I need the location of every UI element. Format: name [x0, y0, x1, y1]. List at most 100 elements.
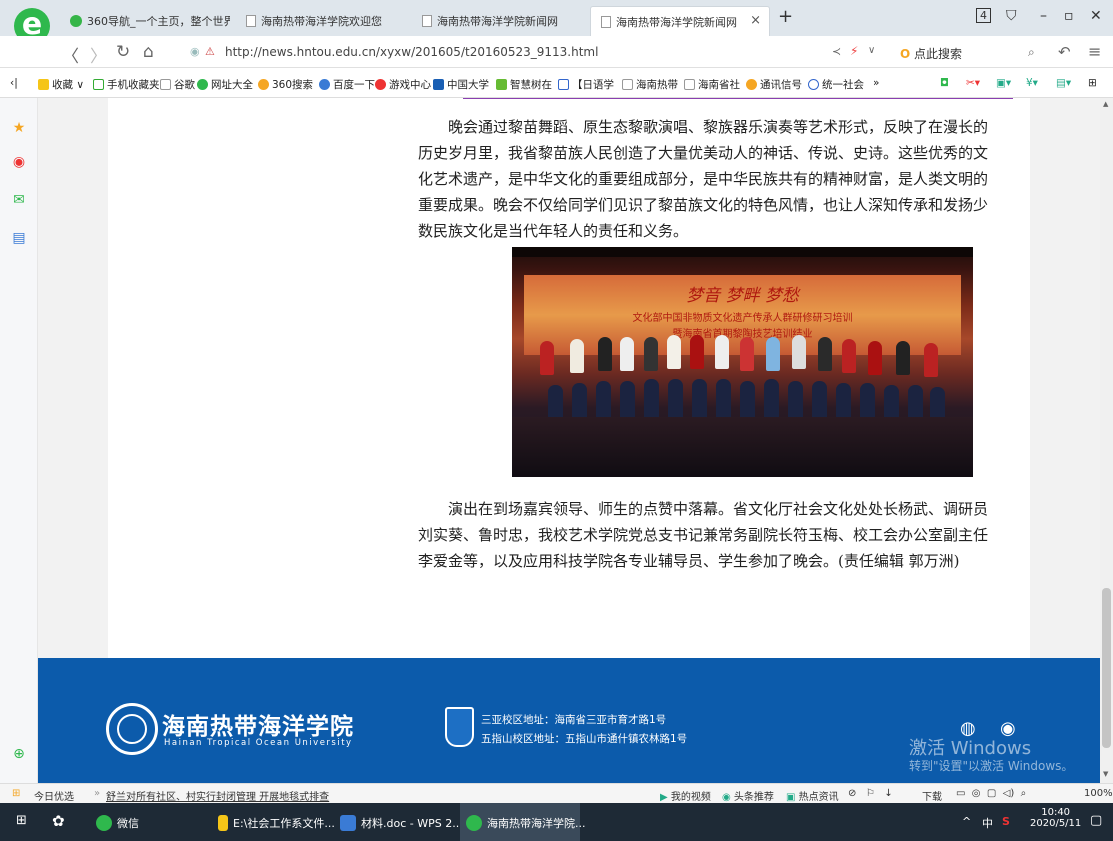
bookmark-google[interactable]: 谷歌: [160, 77, 195, 92]
hot-news[interactable]: ▣ 热点资讯: [786, 788, 839, 803]
bookmark-signal[interactable]: 通讯信号: [746, 77, 802, 92]
security-icon[interactable]: ◉: [190, 45, 200, 58]
banner-line-1: 文化部中国非物质文化遗产传承人群研修研习培训: [632, 313, 853, 324]
zoom-level[interactable]: 100%: [1084, 788, 1113, 799]
bookmark-social[interactable]: 海南省社: [684, 77, 740, 92]
menu-icon[interactable]: ≡: [1088, 42, 1101, 61]
tab-hntou-welcome[interactable]: 海南热带海洋学院欢迎您: [236, 6, 406, 36]
more-bookmarks-icon[interactable]: »: [873, 77, 879, 89]
bookmark-sites[interactable]: 网址大全: [197, 77, 253, 92]
performer: [667, 335, 681, 369]
mail-icon[interactable]: ✉: [11, 192, 27, 208]
extension-money-icon[interactable]: ¥▾: [1026, 77, 1038, 89]
cert-warning-icon[interactable]: ⚠: [205, 45, 215, 58]
bookmark-hntou[interactable]: 海南热带: [622, 77, 678, 92]
taskbar-browser[interactable]: 海南热带海洋学院...: [466, 815, 586, 831]
taskbar-wechat[interactable]: 微信: [96, 815, 139, 831]
extension-cut-icon[interactable]: ✂▾: [966, 77, 980, 89]
headline-recommend[interactable]: ◉ 头条推荐: [722, 788, 774, 803]
bookmark-japanese[interactable]: 【日语学: [558, 77, 614, 92]
bookmark-zhihuishu[interactable]: 智慧树在: [496, 77, 552, 92]
scrollbar-thumb[interactable]: [1102, 588, 1111, 748]
bookmark-credit[interactable]: 统一社会: [808, 77, 864, 92]
performer: [792, 335, 806, 369]
clock[interactable]: 10:40 2020/5/11: [1030, 807, 1081, 829]
close-tab-icon[interactable]: ×: [750, 13, 761, 28]
bookmark-mooc[interactable]: 中国大学: [433, 77, 489, 92]
chevron-down-icon[interactable]: ∨: [868, 45, 875, 56]
search-input[interactable]: O 点此搜索: [900, 45, 962, 62]
windows-start-icon[interactable]: ⊞: [16, 813, 27, 828]
bookmark-baidu[interactable]: 百度一下: [319, 77, 375, 92]
scroll-down-icon[interactable]: ▼: [1103, 770, 1108, 778]
lightning-icon[interactable]: ⚡: [850, 44, 858, 58]
favorites-star-icon[interactable]: ★: [11, 120, 27, 136]
close-window-icon[interactable]: ✕: [1090, 8, 1102, 24]
dancer: [764, 379, 779, 421]
dancer: [668, 379, 683, 421]
refresh-icon[interactable]: ↻: [116, 42, 130, 62]
apps-grid-icon[interactable]: ⊞: [1088, 77, 1097, 89]
new-tab-icon[interactable]: +: [778, 6, 793, 27]
tab-hntou-news-active[interactable]: 海南热带海洋学院新闻网 ×: [590, 6, 770, 36]
video-icon: ▶: [660, 792, 671, 803]
page-icon: [601, 16, 611, 28]
performer: [896, 341, 910, 375]
shirt-icon[interactable]: ⛉: [1006, 8, 1017, 24]
url-field[interactable]: http://news.hntou.edu.cn/xyxw/201605/t20…: [225, 45, 598, 59]
school-name-en: Hainan Tropical Ocean University: [164, 738, 353, 748]
chevron-icon: »: [94, 788, 101, 799]
school-name: 海南热带海洋学院: [162, 713, 354, 740]
news-ticker[interactable]: 舒兰对所有社区、村实行封闭管理 开展地毯式排查: [106, 788, 329, 803]
today-picks[interactable]: 今日优选: [34, 788, 74, 803]
performer: [842, 339, 856, 373]
360-search-icon: O: [900, 47, 911, 61]
tab-count-icon[interactable]: 4: [976, 8, 991, 23]
page-icon: [422, 15, 432, 27]
scroll-up-icon[interactable]: ▲: [1103, 100, 1108, 108]
undo-icon[interactable]: ↶: [1058, 43, 1071, 61]
download-label[interactable]: 下载: [922, 788, 942, 803]
back-icon[interactable]: 〈: [62, 42, 79, 67]
taskbar-folder[interactable]: E:\社会工作系文件...: [218, 815, 335, 831]
extension-translate-icon[interactable]: ▣▾: [996, 77, 1011, 89]
stage-floor: [512, 417, 973, 477]
status-tools-icons[interactable]: ▭ ◎ ▢ ◁) ⌕: [956, 788, 1026, 799]
extension-game-icon[interactable]: ▤▾: [1056, 77, 1071, 89]
bookmark-mobile[interactable]: 手机收藏夹: [93, 77, 160, 92]
extension-green-icon[interactable]: ◘: [940, 77, 949, 89]
status-icons[interactable]: ⊘ ⚐ ↓: [848, 788, 893, 799]
my-videos[interactable]: ▶ 我的视频: [660, 788, 711, 803]
share-icon[interactable]: ≺: [832, 45, 841, 58]
page-scrollbar[interactable]: ▲ ▼: [1100, 98, 1113, 783]
article-paragraph-2: 演出在到场嘉宾领导、师生的点赞中落幕。省文化厅社会文化处处长杨武、调研员刘实葵、…: [418, 500, 989, 570]
antivirus-icon[interactable]: S: [1002, 815, 1010, 828]
tray-expand-icon[interactable]: ^: [962, 815, 971, 828]
wechat-icon: [96, 815, 112, 831]
notes-icon[interactable]: ▤: [11, 230, 27, 246]
performer: [740, 337, 754, 371]
weibo-icon[interactable]: ◉: [11, 154, 27, 170]
windows-activation-hint: 转到"设置"以激活 Windows。: [909, 759, 1074, 773]
360-icon: [197, 79, 208, 90]
collapse-icon[interactable]: ‹|: [10, 77, 18, 89]
bookmark-360search[interactable]: 360搜索: [258, 77, 313, 92]
tab-hntou-news[interactable]: 海南热带海洋学院新闻网: [412, 6, 582, 36]
taskbar-wps[interactable]: 材料.doc - WPS 2...: [340, 815, 463, 831]
article-photo: 梦音 梦畔 梦愁 文化部中国非物质文化遗产传承人群研修研习培训 暨海南省首期黎陶…: [512, 247, 973, 477]
notification-icon[interactable]: ▢: [1090, 813, 1102, 828]
search-icon[interactable]: ⌕: [1028, 45, 1035, 60]
minimize-icon[interactable]: –: [1040, 8, 1047, 24]
home-icon[interactable]: ⌂: [143, 42, 154, 62]
app-icon[interactable]: ✿: [52, 812, 65, 830]
forward-icon[interactable]: 〉: [90, 42, 107, 67]
sidebar-add-icon[interactable]: ⊕: [11, 746, 27, 762]
tab-360-nav[interactable]: 360导航_一个主页，整个世界: [60, 6, 230, 36]
performer: [644, 337, 658, 371]
ime-indicator[interactable]: 中: [982, 815, 993, 831]
bookmark-games[interactable]: 游戏中心: [375, 77, 431, 92]
dancer: [692, 379, 707, 421]
bookmark-favorites[interactable]: 收藏 ∨: [38, 77, 84, 92]
maximize-icon[interactable]: ▫: [1064, 8, 1074, 24]
performer: [540, 341, 554, 375]
